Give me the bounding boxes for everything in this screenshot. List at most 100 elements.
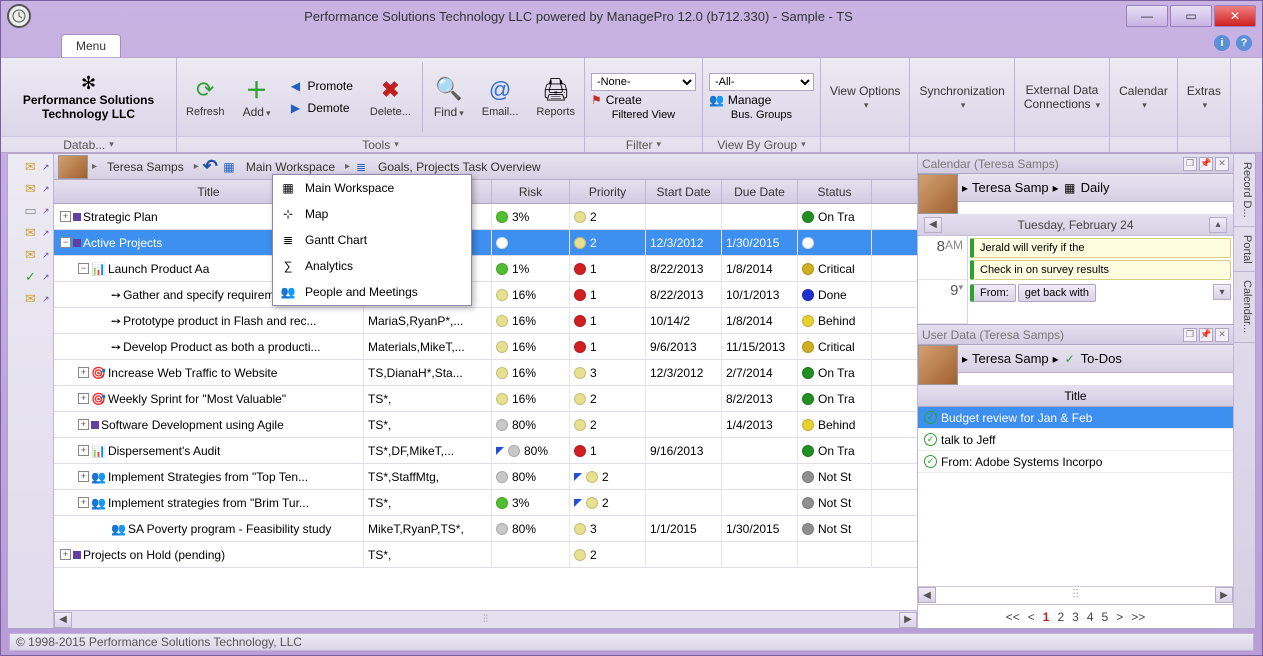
table-row[interactable]: ➙ Gather and specify requirementsDianaH,… [54, 282, 917, 308]
cal-person[interactable]: Teresa Samp [972, 180, 1049, 195]
maximize-button[interactable]: ▭ [1170, 5, 1212, 27]
external-data-button[interactable]: External DataConnections ▾ [1015, 58, 1109, 136]
panel-pin-icon[interactable]: 📌 [1199, 328, 1213, 342]
prev-day-button[interactable]: ◀ [924, 217, 942, 233]
strip-envelope-icon[interactable]: ✉ [20, 180, 42, 198]
extras-button[interactable]: Extras▾ [1178, 58, 1230, 136]
strip-box-icon[interactable]: ▭ [20, 202, 42, 220]
promote-button[interactable]: ◀Promote [284, 76, 357, 96]
find-button[interactable]: 🔍 Find▾ [425, 58, 473, 136]
scroll-right-button[interactable]: ▶ [899, 612, 917, 628]
refresh-button[interactable]: ⟳ Refresh [177, 58, 234, 136]
pager-button[interactable]: < [1028, 610, 1035, 624]
pager-button[interactable]: 2 [1057, 610, 1064, 624]
col-start[interactable]: Start Date [646, 180, 722, 203]
breadcrumb-workspace[interactable]: Main Workspace [240, 158, 341, 176]
reports-button[interactable]: 🖨 Reports [527, 58, 584, 136]
tree-expand-icon[interactable]: − [60, 237, 71, 248]
demote-button[interactable]: ▶Demote [284, 98, 357, 118]
table-row[interactable]: + 📊 Dispersement's AuditTS*,DF,MikeT,...… [54, 438, 917, 464]
tree-expand-icon[interactable]: + [78, 497, 89, 508]
todo-item[interactable]: ✓From: Adobe Systems Incorpo [918, 451, 1233, 473]
panel-pin-icon[interactable]: 📌 [1199, 157, 1213, 171]
calendar-button[interactable]: Calendar▾ [1110, 58, 1177, 136]
getback-button[interactable]: get back with [1018, 284, 1096, 302]
col-priority[interactable]: Priority [570, 180, 646, 203]
todo-item[interactable]: ✓talk to Jeff [918, 429, 1233, 451]
menu-item[interactable]: ▦Main Workspace [273, 175, 471, 201]
view-options-button[interactable]: View Options▾ [821, 58, 909, 136]
strip-envelope-icon[interactable]: ✉ [20, 290, 42, 308]
table-row[interactable]: − Active Projects212/3/20121/30/2015 [54, 230, 917, 256]
todo-column-title[interactable]: Title [918, 385, 1233, 407]
scroll-left-button[interactable]: ◀ [918, 587, 936, 603]
table-row[interactable]: − 📊 Launch Product AaMariaS*,...1%18/22/… [54, 256, 917, 282]
table-row[interactable]: 👥 SA Poverty program - Feasibility study… [54, 516, 917, 542]
group-select[interactable]: -All- [709, 73, 814, 91]
tree-expand-icon[interactable]: + [78, 393, 89, 404]
col-status[interactable]: Status [798, 180, 872, 203]
delete-button[interactable]: ✖ Delete... [361, 58, 420, 136]
vertical-tab[interactable]: Portal [1234, 227, 1255, 273]
horizontal-scrollbar[interactable]: ◀ ⫶⫶ ▶ [54, 610, 917, 628]
ud-person[interactable]: Teresa Samp [972, 351, 1049, 366]
pager-button[interactable]: >> [1131, 610, 1145, 624]
tree-expand-icon[interactable]: + [78, 471, 89, 482]
pager-button[interactable]: 3 [1072, 610, 1079, 624]
tree-expand-icon[interactable]: + [78, 419, 89, 430]
panel-restore-icon[interactable]: ❐ [1183, 157, 1197, 171]
breadcrumb-person[interactable]: Teresa Samps [101, 158, 190, 176]
tree-expand-icon[interactable]: + [60, 211, 71, 222]
table-row[interactable]: ➙ Prototype product in Flash and rec...M… [54, 308, 917, 334]
help-icon[interactable]: ? [1236, 35, 1252, 51]
tree-expand-icon[interactable]: + [60, 549, 71, 560]
manage-groups-button[interactable]: 👥Manage [709, 93, 814, 107]
menu-item[interactable]: ∑Analytics [273, 253, 471, 279]
scroll-down-button[interactable]: ▾ [1213, 284, 1231, 300]
scroll-right-button[interactable]: ▶ [1215, 587, 1233, 603]
scroll-left-button[interactable]: ◀ [54, 612, 72, 628]
synchronization-button[interactable]: Synchronization▾ [910, 58, 1013, 136]
table-row[interactable]: ➙ Develop Product as both a producti...M… [54, 334, 917, 360]
panel-close-icon[interactable]: ✕ [1215, 328, 1229, 342]
strip-envelope-icon[interactable]: ✉ [20, 158, 42, 176]
back-arrow-icon[interactable]: ↶ [203, 156, 218, 177]
strip-envelope-icon[interactable]: ✉ [20, 224, 42, 242]
table-row[interactable]: + Projects on Hold (pending)TS*,2 [54, 542, 917, 568]
vertical-tab[interactable]: Record D... [1234, 154, 1255, 227]
strip-check-icon[interactable]: ✓ [20, 268, 42, 286]
tree-expand-icon[interactable]: + [78, 367, 89, 378]
todo-item[interactable]: ✓Budget review for Jan & Feb [918, 407, 1233, 429]
panel-close-icon[interactable]: ✕ [1215, 157, 1229, 171]
col-risk[interactable]: Risk [492, 180, 570, 203]
cal-view[interactable]: Daily [1081, 180, 1110, 195]
table-row[interactable]: + 👥 Implement Strategies from "Top Ten..… [54, 464, 917, 490]
calendar-event[interactable]: Check in on survey results [970, 260, 1231, 280]
table-row[interactable]: + 👥 Implement strategies from "Brim Tur.… [54, 490, 917, 516]
close-button[interactable]: ✕ [1214, 5, 1256, 27]
minimize-button[interactable]: — [1126, 5, 1168, 27]
vertical-tab[interactable]: Calendar... [1234, 272, 1255, 342]
pager-button[interactable]: > [1116, 610, 1123, 624]
breadcrumb-view[interactable]: Goals, Projects Task Overview [372, 158, 547, 176]
info-icon[interactable]: i [1214, 35, 1230, 51]
pager-button[interactable]: 1 [1043, 610, 1050, 624]
pager-button[interactable]: 5 [1102, 610, 1109, 624]
table-row[interactable]: + 🎯 Weekly Sprint for "Most Valuable"TS*… [54, 386, 917, 412]
pager-button[interactable]: 4 [1087, 610, 1094, 624]
email-button[interactable]: @ Email... [473, 58, 528, 136]
table-row[interactable]: + Software Development using AgileTS*,80… [54, 412, 917, 438]
add-button[interactable]: ＋ Add▾ [234, 58, 280, 136]
table-row[interactable]: + Strategic Plan3%2On Tra [54, 204, 917, 230]
strip-envelope-icon[interactable]: ✉ [20, 246, 42, 264]
panel-restore-icon[interactable]: ❐ [1183, 328, 1197, 342]
menu-item[interactable]: ⊹Map [273, 201, 471, 227]
filter-create-button[interactable]: ⚑Create [591, 93, 696, 107]
table-row[interactable]: + 🎯 Increase Web Traffic to WebsiteTS,Di… [54, 360, 917, 386]
menu-item[interactable]: ≣Gantt Chart [273, 227, 471, 253]
ud-tab[interactable]: To-Dos [1081, 351, 1122, 366]
tree-expand-icon[interactable]: + [78, 445, 89, 456]
from-button[interactable]: From: [970, 284, 1016, 302]
tree-expand-icon[interactable]: − [78, 263, 89, 274]
group-databases-label[interactable]: Datab... [63, 138, 105, 152]
